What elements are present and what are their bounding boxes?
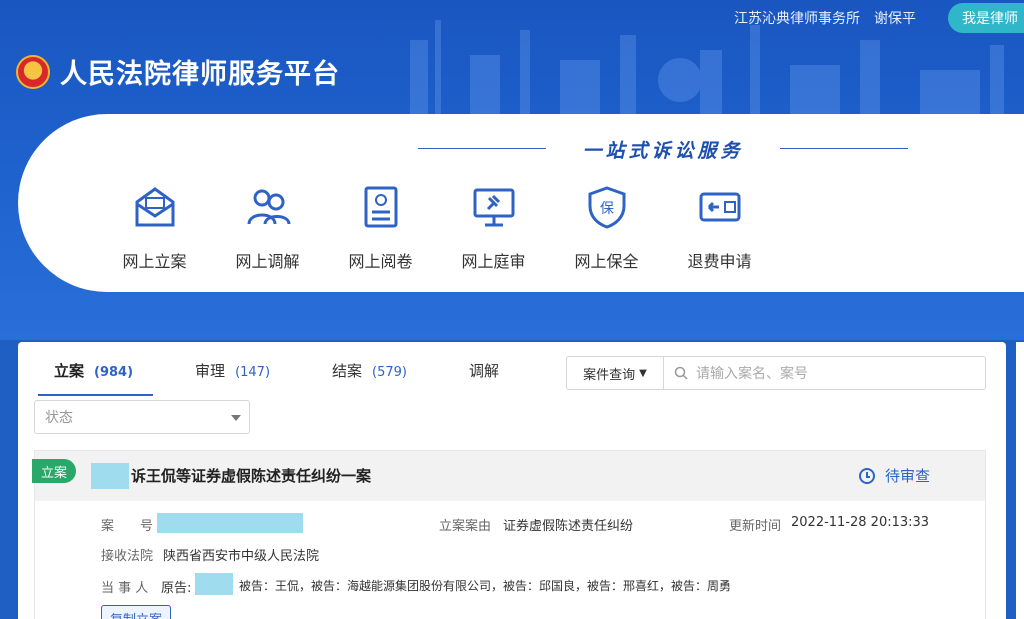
service-online-review[interactable]: 网上阅卷 xyxy=(324,184,437,272)
court-emblem-icon xyxy=(16,54,50,89)
tab-count: (147) xyxy=(235,365,271,380)
slogan-text: 一站式诉讼服务 xyxy=(582,140,744,162)
redaction-block xyxy=(157,513,303,533)
search-type-dropdown[interactable]: 案件查询 ▼ xyxy=(566,356,664,390)
brand-title: 人民法院律师服务平台 xyxy=(60,59,340,90)
service-label: 退费申请 xyxy=(687,252,752,271)
lawyer-role-button[interactable]: 我是律师 xyxy=(948,3,1024,33)
caret-down-icon xyxy=(231,415,241,421)
user-name[interactable]: 谢保平 xyxy=(874,8,916,28)
court-label: 接收法院 xyxy=(101,549,154,564)
service-online-hearing[interactable]: 网上庭审 xyxy=(437,184,550,272)
case-header: 立案 诉王侃等证券虚假陈述责任纠纷一案 待审查 xyxy=(32,451,985,501)
case-card[interactable]: 立案 诉王侃等证券虚假陈述责任纠纷一案 待审查 案 号 立案案由 证券虚假陈述责… xyxy=(32,450,986,619)
gavel-screen-icon xyxy=(473,188,514,227)
brand[interactable]: 人民法院律师服务平台 xyxy=(16,52,340,91)
defendants-value: 被告：王侃，被告：海越能源集团股份有限公司，被告：邱国良，被告：邢喜红，被告：周… xyxy=(239,579,732,593)
tab-count: (579) xyxy=(372,365,408,380)
updated-label: 更新时间 xyxy=(729,519,782,534)
document-icon xyxy=(364,186,397,228)
service-label: 网上阅卷 xyxy=(348,252,413,271)
clock-icon xyxy=(859,467,875,484)
court-value: 陕西省西安市中级人民法院 xyxy=(163,549,320,564)
search-icon xyxy=(674,366,688,380)
slogan: 一站式诉讼服务 xyxy=(418,136,908,162)
redaction-block xyxy=(195,573,233,595)
shield-icon: 保 xyxy=(588,186,625,229)
tab-trial[interactable]: 审理 (147) xyxy=(179,356,286,396)
case-review-status: 待审查 xyxy=(859,465,930,486)
law-firm-name: 江苏沁典律师事务所 xyxy=(734,11,860,27)
updated-value: 2022-11-28 20:13:33 xyxy=(791,515,930,530)
svg-text:保: 保 xyxy=(600,201,614,217)
status-filter-select[interactable]: 状态 xyxy=(34,400,250,434)
service-online-preservation[interactable]: 保 网上保全 xyxy=(550,184,663,272)
case-list-panel: 立案(984) 审理(147) 结案(579) 调解 案件查询 ▼ 状态 立案 … xyxy=(18,342,1006,619)
search-input[interactable] xyxy=(696,365,966,381)
service-label: 网上保全 xyxy=(574,252,639,271)
service-panel: 一站式诉讼服务 网上立案 网上调解 网上阅卷 网上庭审 保 网上保全 退费申请 xyxy=(18,114,1024,292)
caret-down-icon: ▼ xyxy=(639,367,647,379)
redaction-block xyxy=(91,463,129,489)
service-online-mediation[interactable]: 网上调解 xyxy=(211,184,324,272)
envelope-icon xyxy=(135,187,174,227)
service-refund-request[interactable]: 退费申请 xyxy=(663,184,776,272)
case-tabs: 立案 (984) 审理 (147) 结案 (579) 调解 xyxy=(38,356,545,396)
case-title[interactable]: 诉王侃等证券虚假陈述责任纠纷一案 xyxy=(131,465,371,486)
tab-filed[interactable]: 立案 (984) xyxy=(38,356,154,396)
cause-value: 证券虚假陈述责任纠纷 xyxy=(503,519,634,534)
people-icon xyxy=(247,189,290,225)
parties-label: 当 事 人 xyxy=(101,581,149,596)
tab-closed[interactable]: 结案 (579) xyxy=(316,356,423,396)
case-no-label: 案 号 xyxy=(101,519,154,534)
service-label: 网上庭审 xyxy=(461,252,526,271)
tab-count: (984) xyxy=(94,365,134,380)
service-online-filing[interactable]: 网上立案 xyxy=(98,184,211,272)
tab-mediation[interactable]: 调解 xyxy=(453,356,515,396)
right-panel-edge xyxy=(1016,342,1024,619)
cause-label: 立案案由 xyxy=(439,519,492,534)
service-label: 网上调解 xyxy=(235,252,300,271)
case-status-tag: 立案 xyxy=(32,459,76,483)
service-list: 网上立案 网上调解 网上阅卷 网上庭审 保 网上保全 退费申请 xyxy=(98,184,776,272)
plaintiff-prefix: 原告: xyxy=(161,581,192,596)
refund-card-icon xyxy=(699,192,740,222)
top-bar: 江苏沁典律师事务所 谢保平 我是律师 xyxy=(0,0,1024,36)
service-label: 网上立案 xyxy=(122,252,187,271)
search-box xyxy=(664,356,986,390)
copy-filing-button[interactable]: 复制立案 xyxy=(101,605,171,619)
